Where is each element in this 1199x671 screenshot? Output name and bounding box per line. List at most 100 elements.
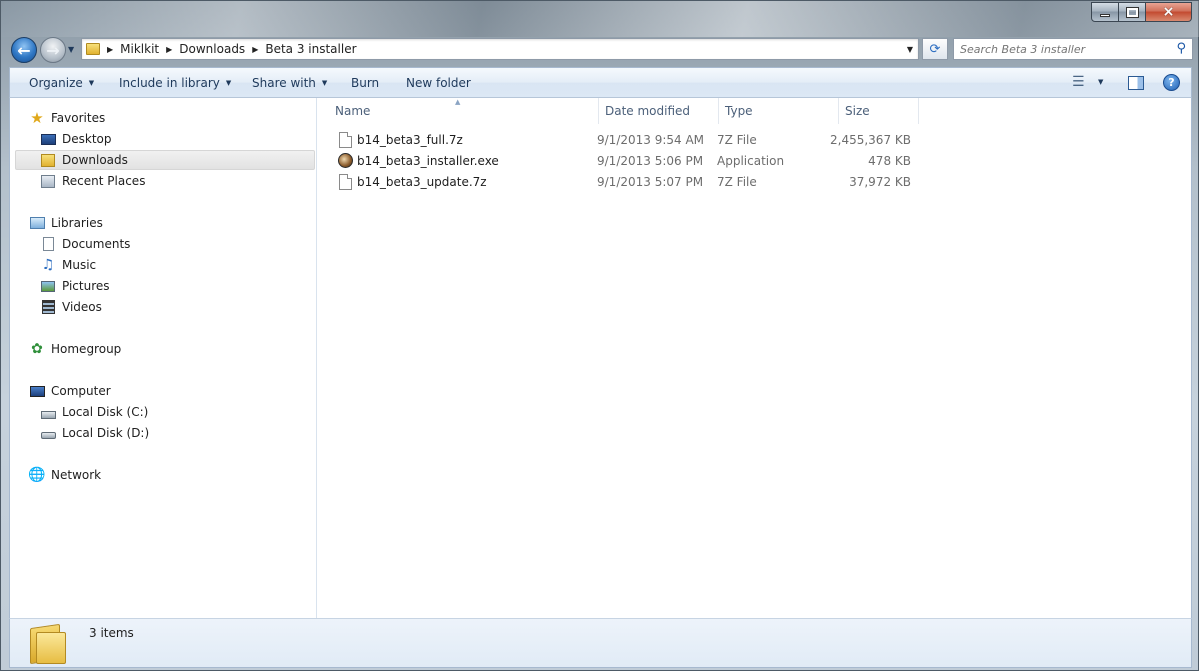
sidebar-item-label: Local Disk (D:) <box>62 426 150 440</box>
new-folder-button[interactable]: New folder <box>406 76 471 90</box>
sidebar-item-local-disk-c[interactable]: Local Disk (C:) <box>40 402 148 422</box>
sidebar-item-documents[interactable]: Documents <box>40 234 130 254</box>
refresh-button[interactable]: ⟳ <box>922 38 948 60</box>
organize-label: Organize <box>29 76 83 90</box>
pictures-icon <box>40 278 56 294</box>
sidebar-item-label: Libraries <box>51 216 103 230</box>
sidebar-item-pictures[interactable]: Pictures <box>40 276 110 296</box>
sidebar-item-label: Computer <box>51 384 111 398</box>
navigation-bar: ← → ▼ ▶ Miklkit ▶ Downloads ▶ Beta 3 ins… <box>9 35 1193 63</box>
chevron-down-icon: ▼ <box>88 79 95 87</box>
7z-file-icon <box>339 132 352 148</box>
file-type: Application <box>717 154 785 168</box>
sidebar-item-recent-places[interactable]: Recent Places <box>40 171 145 191</box>
include-in-library-button[interactable]: Include in library ▼ <box>119 76 231 90</box>
sidebar-item-label: Music <box>62 258 97 272</box>
sidebar-item-desktop[interactable]: Desktop <box>40 129 112 149</box>
file-type: 7Z File <box>717 133 757 147</box>
column-header-label: Type <box>725 104 753 118</box>
sidebar-item-label: Network <box>51 468 102 482</box>
sidebar-item-downloads[interactable]: Downloads <box>15 150 315 170</box>
recent-pages-button[interactable]: ▼ <box>68 45 74 54</box>
sidebar-item-network[interactable]: 🌐 Network <box>28 465 102 485</box>
file-size: 37,972 KB <box>849 175 911 189</box>
share-with-label: Share with <box>252 76 316 90</box>
sidebar-item-label: Local Disk (C:) <box>62 405 149 419</box>
application-icon <box>338 153 353 168</box>
help-icon: ? <box>1168 76 1175 89</box>
file-row[interactable]: b14_beta3_installer.exe 9/1/2013 5:06 PM… <box>335 151 915 171</box>
sidebar-item-libraries[interactable]: Libraries <box>29 213 103 233</box>
column-header-name[interactable]: Name <box>318 98 599 124</box>
maximize-icon <box>1125 6 1139 18</box>
chevron-right-icon[interactable]: ▶ <box>252 45 258 54</box>
breadcrumb-downloads[interactable]: Downloads <box>179 42 245 56</box>
close-icon: × <box>1162 4 1175 20</box>
back-button[interactable]: ← <box>11 37 37 63</box>
file-row[interactable]: b14_beta3_update.7z 9/1/2013 5:07 PM 7Z … <box>335 172 915 192</box>
search-icon[interactable]: ⚲ <box>1176 41 1186 56</box>
file-name: b14_beta3_full.7z <box>357 133 463 147</box>
chevron-right-icon[interactable]: ▶ <box>107 45 113 54</box>
forward-button[interactable]: → <box>40 37 66 63</box>
change-view-button[interactable]: ☰ <box>1072 74 1085 90</box>
new-folder-label: New folder <box>406 76 471 90</box>
recent-places-icon <box>40 173 56 189</box>
address-bar[interactable]: ▶ Miklkit ▶ Downloads ▶ Beta 3 installer… <box>81 38 919 60</box>
file-date-modified: 9/1/2013 9:54 AM <box>597 133 705 147</box>
share-with-button[interactable]: Share with ▼ <box>252 76 327 90</box>
folder-icon <box>86 43 100 55</box>
column-header-type[interactable]: Type <box>719 98 839 124</box>
sidebar-item-label: Homegroup <box>51 342 122 356</box>
file-size: 2,455,367 KB <box>830 133 911 147</box>
include-in-library-label: Include in library <box>119 76 220 90</box>
chevron-right-icon[interactable]: ▶ <box>166 45 172 54</box>
chevron-down-icon: ▼ <box>321 79 328 87</box>
sidebar-item-videos[interactable]: Videos <box>40 297 102 317</box>
details-pane: 3 items <box>9 618 1192 668</box>
preview-pane-button[interactable] <box>1128 76 1144 90</box>
navigation-pane: ★ Favorites Desktop Downloads Recent Pla… <box>10 98 317 618</box>
network-icon: 🌐 <box>28 467 46 483</box>
sidebar-item-label: Videos <box>62 300 102 314</box>
search-input[interactable] <box>960 42 1170 56</box>
file-date-modified: 9/1/2013 5:07 PM <box>597 175 704 189</box>
documents-icon <box>40 236 56 252</box>
view-options-dropdown[interactable]: ▼ <box>1098 78 1103 86</box>
caption-buttons: × <box>1091 2 1192 22</box>
sidebar-item-label: Downloads <box>62 153 128 167</box>
column-header-label: Name <box>335 104 371 118</box>
desktop-icon <box>40 131 56 147</box>
sidebar-item-label: Recent Places <box>62 174 146 188</box>
column-header-size[interactable]: Size <box>839 98 919 124</box>
burn-button[interactable]: Burn <box>351 76 379 90</box>
sidebar-item-favorites[interactable]: ★ Favorites <box>29 108 105 128</box>
items-count: 3 items <box>89 626 134 640</box>
sidebar-item-local-disk-d[interactable]: Local Disk (D:) <box>40 423 149 443</box>
organize-button[interactable]: Organize ▼ <box>29 76 94 90</box>
search-box[interactable]: ⚲ <box>953 38 1193 60</box>
system-drive-icon <box>40 404 56 420</box>
back-arrow-icon: ← <box>17 40 31 60</box>
burn-label: Burn <box>351 76 380 90</box>
maximize-button[interactable] <box>1119 2 1146 22</box>
address-dropdown-button[interactable]: ▼ <box>902 39 918 59</box>
minimize-button[interactable] <box>1091 2 1119 22</box>
command-bar: Organize ▼ Include in library ▼ Share with… <box>9 67 1192 98</box>
file-type: 7Z File <box>717 175 757 189</box>
sidebar-item-music[interactable]: ♫ Music <box>40 255 96 275</box>
sidebar-item-label: Desktop <box>62 132 112 146</box>
file-date-modified: 9/1/2013 5:06 PM <box>597 154 704 168</box>
7z-file-icon <box>339 174 352 190</box>
breadcrumb-miklkit[interactable]: Miklkit <box>120 42 159 56</box>
file-size: 478 KB <box>868 154 911 168</box>
file-row[interactable]: b14_beta3_full.7z 9/1/2013 9:54 AM 7Z Fi… <box>335 130 915 150</box>
breadcrumb-beta-3-installer[interactable]: Beta 3 installer <box>265 42 356 56</box>
hard-drive-icon <box>40 425 56 441</box>
sidebar-item-homegroup[interactable]: ✿ Homegroup <box>29 339 121 359</box>
close-button[interactable]: × <box>1146 2 1192 22</box>
homegroup-icon: ✿ <box>31 341 43 357</box>
sidebar-item-computer[interactable]: Computer <box>29 381 111 401</box>
column-header-date-modified[interactable]: Date modified <box>599 98 719 124</box>
help-button[interactable]: ? <box>1163 74 1180 91</box>
